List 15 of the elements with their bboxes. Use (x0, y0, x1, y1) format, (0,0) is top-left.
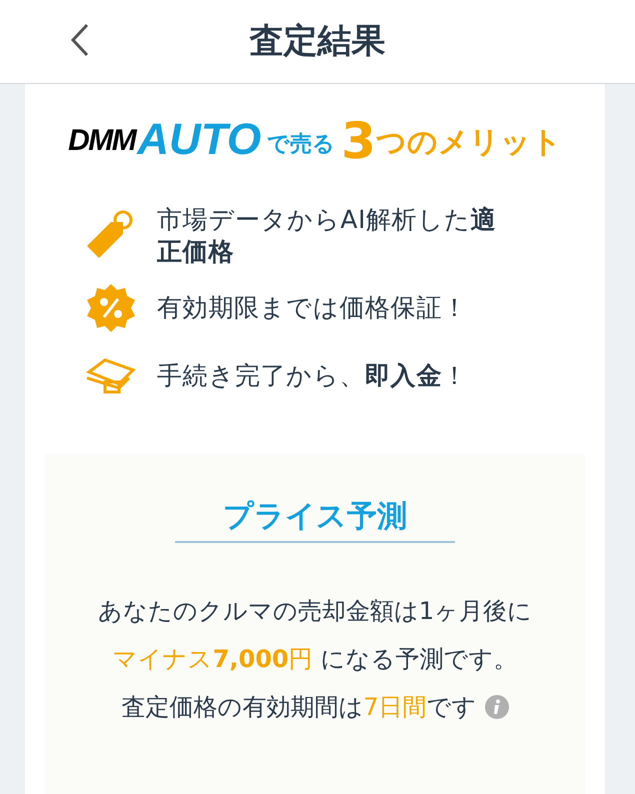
logo-subtitle: で売る (267, 134, 336, 156)
chevron-left-icon (70, 23, 90, 57)
merit-text: 市場データからAI解析した適正価格 (157, 204, 497, 268)
page-title: 査定結果 (250, 20, 386, 63)
prediction-text: あなたのクルマの売却金額は1ヶ月後に (98, 596, 532, 627)
percent-badge-icon (85, 282, 137, 334)
product-logo-text: AUTO (137, 118, 262, 162)
merit-text: 手続き完了から、即入金！ (157, 360, 468, 392)
prediction-text: 査定価格の有効期間は7日間です (121, 692, 477, 723)
brand-logo-text: DMM (68, 126, 136, 156)
merits-heading: つのメリット (376, 128, 562, 158)
merit-count: 3 (341, 116, 376, 166)
merit-text: 有効期限までは価格保証！ (157, 292, 468, 324)
prediction-title: プライス予測 (175, 494, 455, 543)
prediction-text: マイナス7,000円 になる予測です。 (112, 644, 518, 675)
